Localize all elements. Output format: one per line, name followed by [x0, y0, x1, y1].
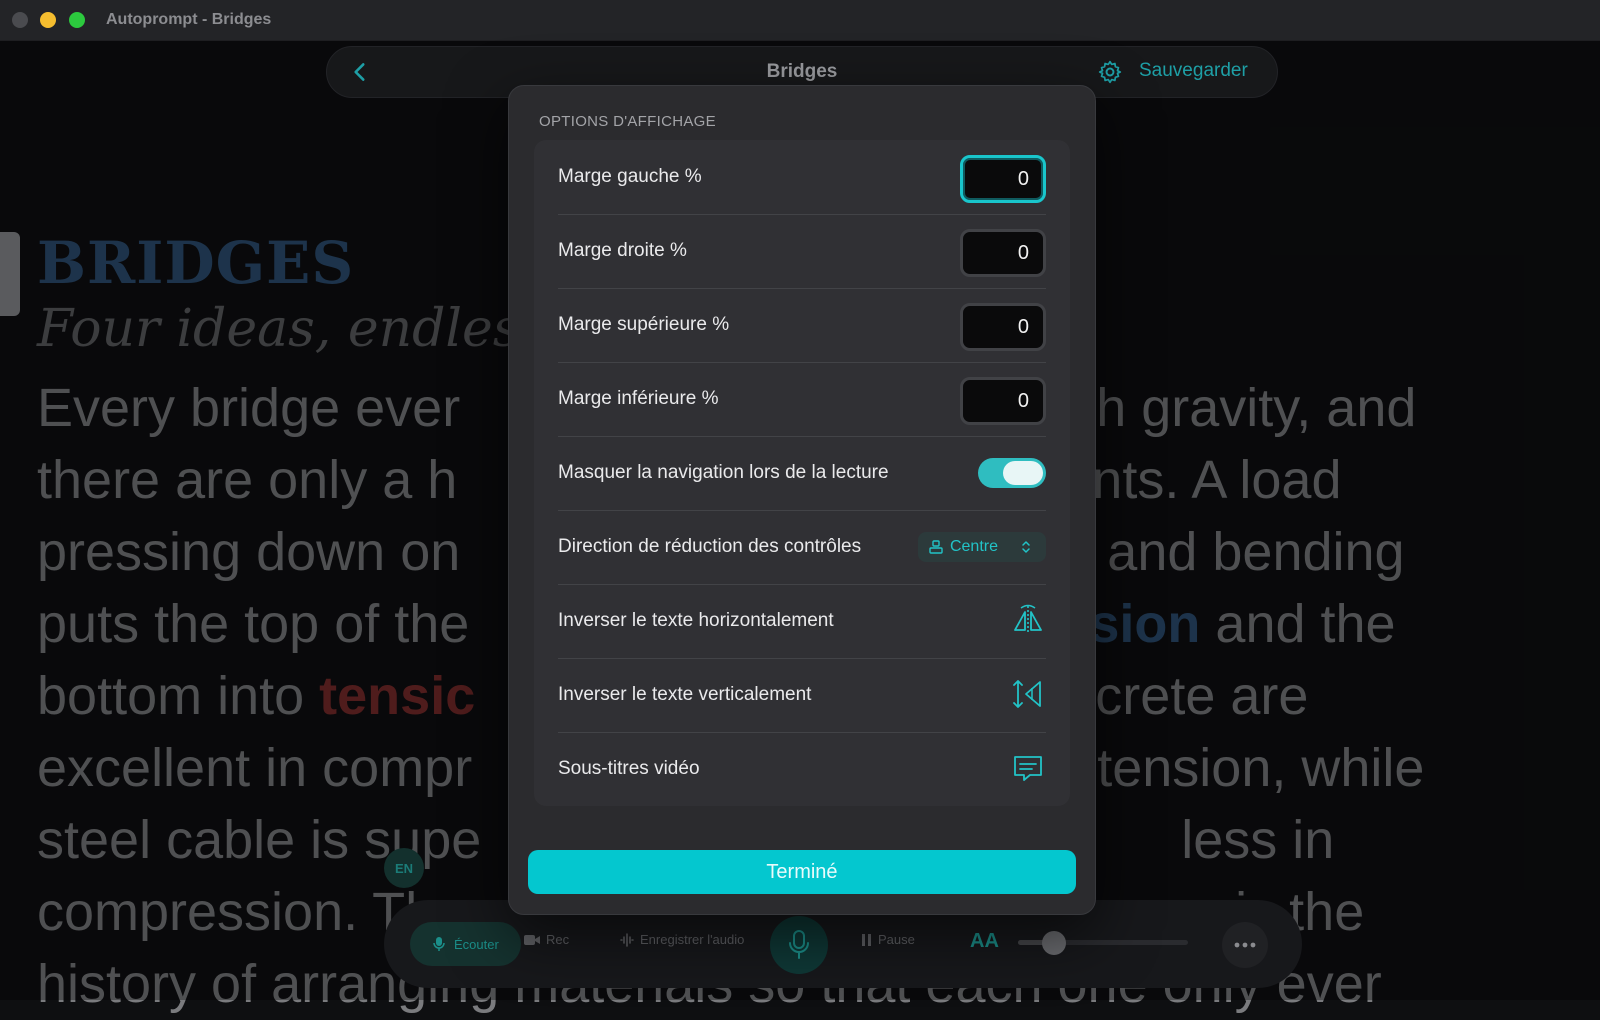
display-options-modal: OPTIONS D'AFFICHAGE Marge gauche % Marge… [508, 85, 1096, 915]
option-label: Direction de réduction des contrôles [558, 536, 862, 557]
option-hide-navigation: Masquer la navigation lors de la lecture [558, 436, 1046, 511]
controls-direction-select[interactable]: Centre [917, 532, 1046, 562]
save-button[interactable]: Sauvegarder [1139, 60, 1248, 82]
option-left-margin: Marge gauche % [558, 140, 1046, 215]
bottom-margin-input[interactable] [960, 377, 1046, 425]
scroll-handle[interactable] [0, 232, 20, 316]
camera-icon [524, 934, 540, 945]
flip-horizontal-icon[interactable] [1010, 602, 1046, 638]
options-group: Marge gauche % Marge droite % Marge supé… [534, 140, 1070, 806]
option-flip-horizontal[interactable]: Inverser le texte horizontalement [558, 584, 1046, 659]
option-label: Masquer la navigation lors de la lecture [558, 462, 889, 483]
pause-button[interactable]: Pause [862, 932, 915, 947]
ellipsis-icon [1234, 942, 1256, 948]
option-label: Marge gauche % [558, 166, 702, 187]
window-title: Autoprompt - Bridges [106, 11, 272, 28]
maximize-window-button[interactable] [69, 12, 85, 28]
option-video-subtitles[interactable]: Sous-titres vidéo [558, 732, 1046, 806]
right-margin-input[interactable] [960, 229, 1046, 277]
left-margin-input[interactable] [960, 155, 1046, 203]
select-value: Centre [949, 538, 998, 555]
slider-knob[interactable] [1042, 931, 1066, 955]
waveform-icon [620, 932, 634, 947]
language-badge[interactable]: EN [384, 848, 424, 888]
option-label: Marge droite % [558, 240, 687, 261]
option-controls-direction: Direction de réduction des contrôles Cen… [558, 510, 1046, 585]
font-size-slider[interactable] [1018, 931, 1188, 955]
font-size-icon[interactable]: AA [970, 930, 999, 953]
option-label: Marge inférieure % [558, 388, 719, 409]
record-audio-button[interactable]: Enregistrer l'audio [620, 932, 744, 947]
mic-icon [433, 937, 445, 951]
option-bottom-margin: Marge inférieure % [558, 362, 1046, 437]
hide-navigation-toggle[interactable] [978, 458, 1046, 488]
microphone-button[interactable] [770, 916, 828, 974]
option-label: Marge supérieure % [558, 314, 730, 335]
page-title: Bridges [766, 61, 838, 82]
captions-icon[interactable] [1010, 750, 1046, 786]
record-audio-label: Enregistrer l'audio [640, 932, 745, 947]
chevron-up-down-icon [1022, 541, 1030, 553]
gear-icon[interactable] [1097, 59, 1123, 85]
option-top-margin: Marge supérieure % [558, 288, 1046, 363]
more-options-button[interactable] [1222, 922, 1268, 968]
rec-button[interactable]: Rec [524, 932, 569, 947]
option-label: Sous-titres vidéo [558, 758, 700, 779]
mic-icon [789, 930, 809, 959]
close-window-button[interactable] [12, 12, 28, 28]
toggle-thumb [1003, 461, 1043, 485]
align-center-icon [929, 540, 943, 554]
listen-label: Écouter [454, 936, 499, 952]
option-label: Inverser le texte horizontalement [558, 610, 834, 631]
section-title: OPTIONS D'AFFICHAGE [539, 113, 716, 130]
top-margin-input[interactable] [960, 303, 1046, 351]
done-button[interactable]: Terminé [528, 850, 1076, 894]
listen-button[interactable]: Écouter [410, 922, 521, 966]
flip-vertical-icon[interactable] [1010, 676, 1046, 712]
option-label: Inverser le texte verticalement [558, 684, 812, 705]
option-right-margin: Marge droite % [558, 214, 1046, 289]
pause-label: Pause [878, 932, 915, 947]
minimize-window-button[interactable] [40, 12, 56, 28]
rec-label: Rec [546, 932, 570, 947]
pause-icon [862, 933, 871, 946]
window-titlebar: Autoprompt - Bridges [0, 0, 1600, 41]
option-flip-vertical[interactable]: Inverser le texte verticalement [558, 658, 1046, 733]
